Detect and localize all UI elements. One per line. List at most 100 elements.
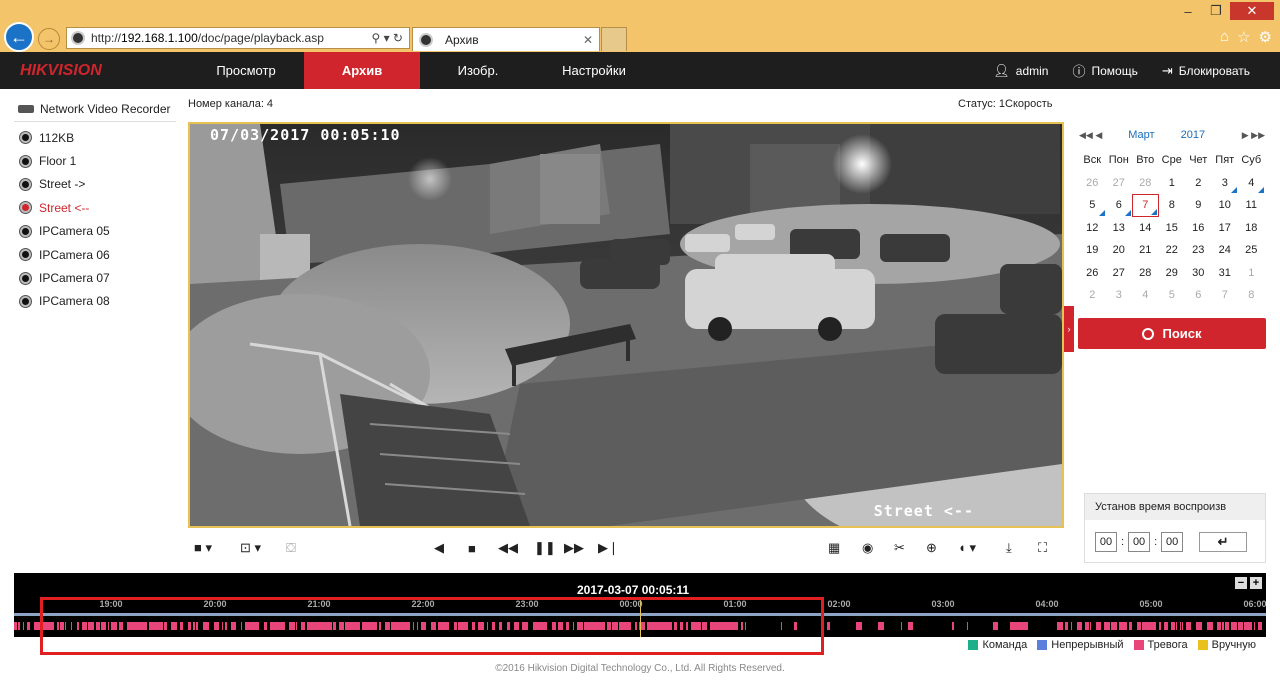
calendar-day[interactable]: 9 (1185, 194, 1212, 217)
stop-icon[interactable]: ■ (468, 538, 476, 558)
calendar-day[interactable]: 15 (1159, 217, 1186, 240)
collapse-panel-button[interactable]: › (1064, 306, 1074, 352)
calendar-day[interactable]: 8 (1159, 194, 1186, 217)
calendar-day[interactable]: 3 (1212, 172, 1239, 195)
slow-down-icon[interactable]: ◀◀ (498, 538, 518, 558)
forward-button[interactable]: → (38, 28, 60, 50)
calendar-day[interactable]: 24 (1212, 239, 1239, 262)
favorites-star-icon[interactable]: ☆ (1237, 28, 1250, 46)
calendar-day[interactable]: 5 (1159, 284, 1186, 307)
calendar-day[interactable]: 20 (1106, 239, 1133, 262)
clip-scissors-icon[interactable]: ✂ (894, 538, 905, 558)
zoom-in-icon[interactable]: + (1250, 577, 1262, 589)
nav-picture[interactable]: Изобр. (420, 52, 536, 89)
prev-year-month-icon[interactable]: ◀◀ ◀ (1079, 130, 1102, 141)
calendar-day[interactable]: 28 (1132, 172, 1159, 195)
fullscreen-icon[interactable]: ⛶ (1038, 538, 1047, 558)
calendar-day[interactable]: 11 (1238, 194, 1265, 217)
home-icon[interactable]: ⌂ (1220, 28, 1229, 46)
calendar-day[interactable]: 16 (1185, 217, 1212, 240)
calendar-day[interactable]: 8 (1238, 284, 1265, 307)
window-ratio-button[interactable]: ⊡ ▾ (240, 538, 261, 558)
calendar-day[interactable]: 1 (1159, 172, 1186, 195)
tree-item-camera[interactable]: 112KB (14, 126, 176, 149)
hour-input[interactable]: 00 (1095, 532, 1117, 552)
lock-link[interactable]: ⇥ Блокировать (1162, 63, 1250, 79)
calendar-day[interactable]: 17 (1212, 217, 1239, 240)
next-month-year-icon[interactable]: ▶ ▶▶ (1242, 130, 1265, 141)
new-tab-button[interactable] (601, 27, 627, 51)
calendar-day[interactable]: 13 (1106, 217, 1133, 240)
calendar-day[interactable]: 23 (1185, 239, 1212, 262)
calendar-day[interactable]: 29 (1159, 262, 1186, 285)
tree-item-camera-selected[interactable]: Street <-- (14, 196, 176, 219)
tree-item-camera[interactable]: IPCamera 05 (14, 220, 176, 243)
tab-close-icon[interactable]: ✕ (583, 33, 593, 47)
window-layout-button[interactable]: ■ ▾ (194, 538, 212, 558)
calendar-day[interactable]: 19 (1079, 239, 1106, 262)
browser-tab[interactable]: Архив ✕ (412, 27, 600, 51)
nav-configuration[interactable]: Настройки (536, 52, 652, 89)
user-menu[interactable]: 👤︎ admin (993, 63, 1048, 79)
calendar-day[interactable]: 6 (1185, 284, 1212, 307)
calendar-day[interactable]: 26 (1079, 262, 1106, 285)
calendar-day[interactable]: 2 (1079, 284, 1106, 307)
calendar-day[interactable]: 7 (1212, 284, 1239, 307)
calendar-day[interactable]: 28 (1132, 262, 1159, 285)
tree-item-camera[interactable]: IPCamera 07 (14, 266, 176, 289)
pause-icon[interactable]: ❚❚ (534, 538, 556, 558)
settings-gear-icon[interactable]: ⚙ (1259, 28, 1272, 46)
capture-icon[interactable]: ◉ (862, 538, 873, 558)
address-icons[interactable]: ⚲ ▾ ↻ (349, 31, 409, 45)
calendar-month[interactable]: Март (1128, 129, 1154, 141)
calendar-day[interactable]: 26 (1079, 172, 1106, 195)
tree-item-camera[interactable]: IPCamera 08 (14, 290, 176, 313)
calendar-day[interactable]: 14 (1132, 217, 1159, 240)
tree-root-nvr[interactable]: Network Video Recorder (14, 96, 176, 122)
stop-all-icon[interactable]: ▦ (828, 538, 840, 558)
calendar-day[interactable]: 30 (1185, 262, 1212, 285)
single-frame-icon[interactable]: ▶❘ (598, 538, 619, 558)
calendar-day[interactable]: 6 (1106, 194, 1133, 217)
video-player[interactable]: 07/03/2017 00:05:10 Street <-- (188, 122, 1064, 528)
tree-item-camera[interactable]: IPCamera 06 (14, 243, 176, 266)
url-text[interactable]: http://192.168.1.100/doc/page/playback.a… (91, 31, 349, 45)
calendar-day[interactable]: 4 (1132, 284, 1159, 307)
tree-item-camera[interactable]: Street -> (14, 173, 176, 196)
calendar-day[interactable]: 27 (1106, 262, 1133, 285)
download-icon[interactable]: ⤓ (1006, 538, 1012, 558)
fisheye-icon[interactable]: ⛋ (286, 538, 296, 558)
reverse-play-icon[interactable]: ◀ (434, 538, 444, 558)
calendar-day[interactable]: 12 (1079, 217, 1106, 240)
calendar-day[interactable]: 2 (1185, 172, 1212, 195)
digital-zoom-icon[interactable]: ⊕ (926, 538, 937, 558)
calendar-day[interactable]: 1 (1238, 262, 1265, 285)
calendar-day[interactable]: 25 (1238, 239, 1265, 262)
calendar-day[interactable]: 22 (1159, 239, 1186, 262)
search-button[interactable]: Поиск (1078, 318, 1266, 349)
nav-playback[interactable]: Архив (304, 52, 420, 89)
zoom-out-icon[interactable]: − (1235, 577, 1247, 589)
nav-live-view[interactable]: Просмотр (188, 52, 304, 89)
calendar-day[interactable]: 4 (1238, 172, 1265, 195)
audio-volume-icon[interactable]: ◖ ▾ (958, 538, 976, 558)
calendar-year[interactable]: 2017 (1181, 129, 1205, 141)
restore-icon[interactable]: ❐ (1202, 2, 1230, 20)
close-icon[interactable]: ✕ (1230, 2, 1274, 20)
calendar-day[interactable]: 27 (1106, 172, 1133, 195)
speed-up-icon[interactable]: ▶▶ (564, 538, 584, 558)
minute-input[interactable]: 00 (1128, 532, 1151, 552)
calendar-day[interactable]: 10 (1212, 194, 1239, 217)
address-bar[interactable]: http://192.168.1.100/doc/page/playback.a… (66, 27, 410, 49)
calendar-day[interactable]: 31 (1212, 262, 1239, 285)
second-input[interactable]: 00 (1161, 532, 1184, 552)
minimize-icon[interactable]: – (1174, 2, 1202, 20)
calendar-day[interactable]: 18 (1238, 217, 1265, 240)
tree-item-camera[interactable]: Floor 1 (14, 149, 176, 172)
calendar-day-selected[interactable]: 7 (1132, 194, 1159, 217)
calendar-day[interactable]: 5 (1079, 194, 1106, 217)
back-button[interactable]: ← (4, 22, 34, 52)
enter-time-button[interactable]: ↵ (1199, 532, 1248, 552)
calendar-day[interactable]: 3 (1106, 284, 1133, 307)
calendar-day[interactable]: 21 (1132, 239, 1159, 262)
